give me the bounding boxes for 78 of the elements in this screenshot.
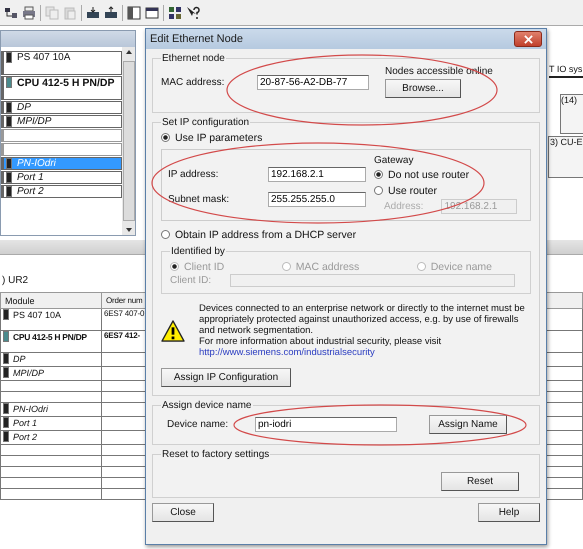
module-icon xyxy=(6,172,12,183)
field-label: MAC address: xyxy=(161,76,226,88)
module-name: Port 2 xyxy=(17,186,44,197)
module-name: Port 1 xyxy=(17,172,44,183)
module-icon xyxy=(6,116,12,127)
grid-icon[interactable] xyxy=(168,6,182,20)
module-name: PS 407 10A xyxy=(17,52,70,63)
scrollbar[interactable] xyxy=(122,47,135,235)
table-cell: DP xyxy=(0,352,102,366)
device-name-field[interactable]: pn-iodri xyxy=(255,417,397,432)
node-label: 3) CU-E xyxy=(550,137,583,147)
group-title: Ethernet node xyxy=(161,53,226,64)
security-link[interactable]: http://www.siemens.com/industrialsecurity xyxy=(199,347,375,358)
window-icon[interactable] xyxy=(145,6,159,20)
table-cell: Port 2 xyxy=(0,430,102,444)
printer-icon[interactable] xyxy=(22,6,36,20)
table-cell: MPI/DP xyxy=(0,366,102,380)
module-name: DP xyxy=(17,102,31,113)
window-title: Edit Ethernet Node xyxy=(150,33,243,45)
ip-address-field[interactable]: 192.168.2.1 xyxy=(268,167,366,182)
module-name: CPU 412-5 H PN/DP xyxy=(17,77,114,89)
group-title: Reset to factory settings xyxy=(161,449,270,460)
assign-name-button[interactable]: Assign Name xyxy=(429,415,507,434)
radio-label: Client ID xyxy=(184,260,224,272)
module-icon xyxy=(6,77,12,88)
warning-text: Devices connected to an enterprise network or directly to the internet must be appropriately protected against unauthorized access, e.g. by use of firewalls and network segmentation. xyxy=(199,303,526,336)
radio-label: Do not use router xyxy=(388,168,470,180)
subnet-mask-field[interactable]: 255.255.255.0 xyxy=(268,192,366,207)
field-label: Device name: xyxy=(166,419,230,430)
scroll-up-icon[interactable] xyxy=(126,50,132,54)
close-button[interactable] xyxy=(514,31,542,47)
group-title: Gateway xyxy=(374,155,414,166)
warning-icon xyxy=(161,320,185,342)
radio-button[interactable] xyxy=(161,230,170,239)
help-button[interactable]: Help xyxy=(478,503,540,522)
module-name: PN-IOdri xyxy=(17,158,56,169)
module-icon xyxy=(6,158,12,169)
table-cell: PN-IOdri xyxy=(0,402,102,416)
field-label: Subnet mask: xyxy=(168,194,230,205)
table-cell: PS 407 10A xyxy=(0,308,102,330)
network-line xyxy=(549,76,583,78)
module-icon xyxy=(6,52,12,63)
radio-label: Device name xyxy=(430,260,492,272)
table-cell: Port 1 xyxy=(0,416,102,430)
radio-button[interactable] xyxy=(161,133,170,142)
info-text: For more information about industrial security, please visit xyxy=(199,336,442,347)
module-icon xyxy=(6,102,12,113)
group-title: Identified by xyxy=(170,246,226,257)
close-icon xyxy=(524,34,532,44)
radio-label: Use IP parameters xyxy=(175,132,262,144)
module-name: MPI/DP xyxy=(17,116,52,127)
scroll-down-icon[interactable] xyxy=(126,228,132,232)
radio-label: MAC address xyxy=(296,260,360,272)
module-icon xyxy=(6,186,12,197)
close-dialog-button[interactable]: Close xyxy=(152,503,214,522)
mac-address-field[interactable]: 20-87-56-A2-DB-77 xyxy=(257,74,369,90)
group-title: Set IP configuration xyxy=(161,117,250,128)
browse-button[interactable]: Browse... xyxy=(385,79,461,98)
field-label: IP address: xyxy=(168,169,220,180)
assign-ip-button[interactable]: Assign IP Configuration xyxy=(161,368,291,387)
help-icon[interactable] xyxy=(186,6,200,20)
device-node[interactable]: 3) CU-E xyxy=(548,136,583,178)
panel-icon[interactable] xyxy=(127,6,141,20)
node-label: (14) xyxy=(561,95,578,105)
download-icon[interactable] xyxy=(86,6,100,20)
radio-label: Obtain IP address from a DHCP server xyxy=(175,228,356,240)
field-label: Client ID: xyxy=(170,275,212,286)
group-title: Assign device name xyxy=(161,400,252,411)
upload-icon[interactable] xyxy=(104,6,118,20)
table-cell: CPU 412-5 H PN/DP xyxy=(0,330,102,352)
network-label: T IO sys xyxy=(549,64,582,74)
device-node[interactable]: (14) xyxy=(560,94,583,134)
column-header[interactable]: Module xyxy=(0,292,102,308)
field-label: Address: xyxy=(384,201,424,212)
station-label: ) UR2 xyxy=(2,275,28,286)
reset-button[interactable]: Reset xyxy=(441,472,519,491)
radio-label: Use router xyxy=(388,184,438,196)
network-icon[interactable] xyxy=(4,6,18,20)
